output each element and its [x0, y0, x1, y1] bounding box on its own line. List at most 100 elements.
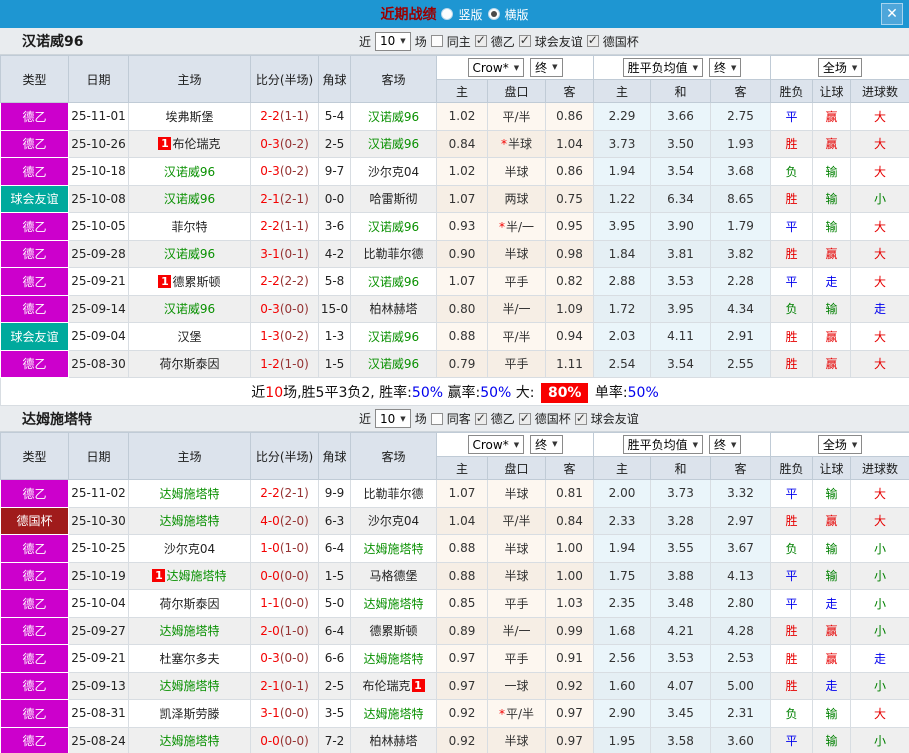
avg-draw-odds: 3.95 — [650, 294, 712, 323]
fulltime-select[interactable]: 全场 ▼ — [817, 58, 863, 77]
avg-away-odds: 1.79 — [710, 212, 772, 241]
final-odds-select[interactable]: 终 ▼ — [530, 434, 563, 454]
league-checkbox[interactable] — [518, 411, 531, 425]
avg-away-odds: 2.31 — [710, 699, 772, 728]
corners-cell: 5-8 — [318, 267, 351, 296]
match-row: 德乙 25-11-01 埃弗斯堡 2-2(1-1) 5-4 汉诺威96 1.02 平/半 0.8… — [0, 102, 909, 131]
final-odds-select[interactable]: 终 ▼ — [530, 57, 563, 77]
match-row: 德乙 25-09-27 达姆施塔特 2-0(1-0) 6-4 德累斯顿 0.89 半/一 0.9… — [0, 616, 909, 645]
fulltime-score: 0-0 — [260, 568, 280, 583]
result-cell: 平 — [770, 561, 814, 590]
league-type-cell: 德乙 — [0, 561, 69, 590]
match-row: 德乙 25-09-21 杜塞尔多夫 0-3(0-0) 6-6 达姆施塔特 0.97 平手 0.9… — [0, 644, 909, 673]
team-text: 达姆施塔特 — [159, 679, 220, 694]
col-away: 客场 — [350, 55, 437, 103]
summary-part: 80% — [540, 382, 589, 403]
away-team-cell: 布伦瑞克 1 — [350, 671, 437, 700]
corners-cell: 6-4 — [318, 534, 351, 563]
away-team-cell: 达姆施塔特 — [350, 699, 437, 728]
result-cell: 平 — [770, 267, 814, 296]
handicap-result-cell: 走 — [812, 267, 852, 296]
score-cell: 3-1(0-0) — [250, 699, 319, 728]
handicap-result-cell: 赢 — [812, 239, 852, 268]
crow-company-select[interactable]: Crow* ▼ — [467, 435, 525, 455]
goals-result-cell: 大 — [850, 267, 909, 296]
avg-home-odds: 1.94 — [593, 157, 652, 186]
match-row: 德乙 25-09-21 1 德累斯顿 2-2(2-2) 5-8 汉诺威96 1.07 平手 0.8… — [0, 267, 909, 296]
chevron-down-icon: ▼ — [400, 414, 406, 423]
fulltime-score: 1-0 — [260, 541, 280, 556]
avg-draw-odds: 6.34 — [650, 184, 712, 213]
fulltime-select[interactable]: 全场 ▼ — [817, 435, 863, 454]
team-text: 凯泽斯劳滕 — [159, 706, 220, 721]
same-venue-checkbox[interactable] — [430, 35, 443, 47]
crow-away-odds: 1.03 — [544, 589, 595, 618]
league-checkbox[interactable] — [586, 33, 599, 47]
same-venue-checkbox[interactable] — [430, 412, 443, 425]
final-avg-select[interactable]: 终 ▼ — [709, 58, 742, 77]
corners-cell: 1-5 — [318, 561, 351, 590]
date-cell: 25-10-26 — [68, 129, 129, 158]
match-row: 德乙 25-09-28 汉诺威96 3-1(0-1) 4-2 比勒菲尔德 0.90 半球 0.9… — [0, 239, 909, 268]
result-cell: 平 — [770, 589, 814, 618]
crow-away-odds: 1.00 — [544, 534, 595, 563]
league-checkbox[interactable] — [518, 33, 531, 47]
league-type-cell: 德乙 — [0, 349, 69, 378]
final-avg-select[interactable]: 终 ▼ — [709, 435, 742, 454]
result-cell: 负 — [770, 157, 814, 186]
crow-company-select-value: Crow* — [472, 60, 509, 75]
handicap-result-cell: 走 — [812, 671, 852, 700]
result-cell: 胜 — [770, 349, 814, 378]
home-team-cell: 汉诺威96 — [128, 184, 251, 213]
final-odds-select-value: 终 — [535, 437, 548, 452]
sections-container: 汉诺威96近10▼场同主德乙球会友谊德国杯类型日期主场比分(半场)角球客场Cro… — [0, 28, 909, 753]
chevron-down-icon: ▼ — [400, 37, 406, 45]
handicap-cell: 半球 — [487, 239, 546, 268]
avg-away-odds: 1.93 — [710, 129, 772, 158]
team-text: 达姆施塔特 — [363, 651, 424, 666]
score-cell: 1-0(1-0) — [250, 534, 319, 563]
sub-header-7: 让球 — [812, 79, 852, 103]
league-checkbox[interactable] — [574, 411, 587, 425]
fulltime-score: 4-0 — [260, 513, 280, 528]
goals-result-cell: 小 — [850, 534, 909, 563]
away-team-cell: 哈雷斯彻 — [350, 184, 437, 213]
sub-header-8: 进球数 — [850, 456, 909, 480]
avg-odds-select[interactable]: 胜平负均值 ▼ — [622, 58, 704, 77]
team-text: 达姆施塔特 — [166, 569, 227, 584]
team-text: 哈雷斯彻 — [369, 192, 418, 207]
halftime-score: (1-1) — [279, 219, 309, 234]
horizontal-layout-radio[interactable] — [487, 8, 500, 20]
avg-odds-select[interactable]: 胜平负均值 ▼ — [622, 435, 704, 454]
handicap-cell: *平/半 — [487, 699, 546, 728]
goals-result-cell: 小 — [850, 561, 909, 590]
crow-away-odds: 1.04 — [544, 129, 595, 158]
match-count-select[interactable]: 10 ▼ — [375, 31, 411, 51]
match-count-select[interactable]: 10 ▼ — [375, 409, 411, 428]
handicap-result-cell: 输 — [812, 534, 852, 563]
close-button[interactable]: ✕ — [881, 3, 903, 25]
col-date: 日期 — [68, 432, 129, 480]
vertical-layout-radio[interactable] — [441, 8, 454, 20]
league-checkbox[interactable] — [474, 411, 487, 425]
summary-part: 近 — [251, 384, 266, 401]
games-label: 场 — [414, 34, 427, 49]
sub-header-2: 客 — [544, 79, 595, 103]
fulltime-score: 1-1 — [260, 596, 280, 611]
score-cell: 2-2(2-1) — [250, 479, 319, 508]
score-cell: 0-3(0-0) — [250, 294, 319, 323]
avg-away-odds: 2.91 — [710, 322, 772, 351]
chevron-down-icon: ▼ — [513, 63, 520, 72]
corners-cell: 2-5 — [318, 671, 351, 700]
handicap-cell: 平手 — [487, 267, 546, 296]
team-text: 汉堡 — [177, 329, 202, 344]
corners-cell: 6-6 — [318, 644, 351, 673]
handicap-result-cell: 输 — [812, 184, 852, 213]
avg-away-odds: 4.28 — [710, 616, 772, 645]
team-text: 德累斯顿 — [369, 624, 418, 639]
avg-away-odds: 2.28 — [710, 267, 772, 296]
handicap-cell: 半/一 — [487, 616, 546, 645]
sub-header-1: 盘口 — [487, 79, 546, 103]
crow-company-select[interactable]: Crow* ▼ — [467, 58, 525, 78]
league-checkbox[interactable] — [474, 33, 487, 47]
